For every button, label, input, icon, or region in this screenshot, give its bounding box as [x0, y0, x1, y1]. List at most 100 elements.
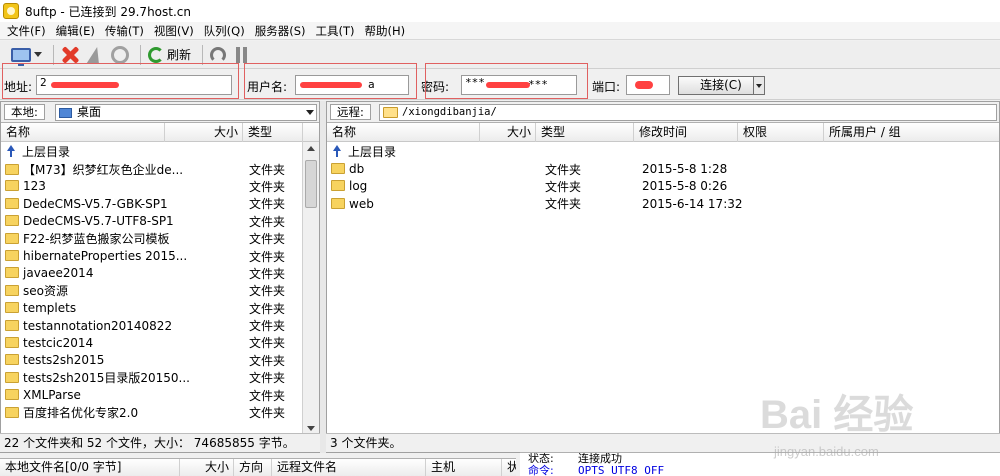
queue-header: 本地文件名[0/0 字节] 大小 方向 远程文件名 主机 状 [0, 458, 516, 476]
column-modified[interactable]: 修改时间 [634, 123, 738, 142]
queue-column-direction[interactable]: 方向 [234, 459, 272, 476]
remote-file-list: 上层目录 db 文件夹 2015-5-8 1:28 log 文件夹 2015-5-8 0:… [327, 143, 999, 452]
port-input[interactable] [626, 75, 670, 95]
remote-path-text: /xiongdibanjia/ [402, 106, 497, 118]
stop-button[interactable] [108, 44, 132, 66]
parent-directory-row[interactable]: 上层目录 [1, 143, 319, 160]
list-item[interactable]: seo资源 文件夹 [1, 282, 319, 299]
folder-icon [5, 233, 19, 245]
folder-icon [5, 215, 19, 227]
list-item[interactable]: web 文件夹 2015-6-14 17:32 [327, 195, 999, 212]
column-size[interactable]: 大小 [480, 123, 536, 142]
sync-button[interactable] [207, 44, 229, 66]
list-item[interactable]: templets 文件夹 [1, 300, 319, 317]
list-item[interactable]: DedeCMS-V5.7-UTF8-SP1 文件夹 [1, 213, 319, 230]
menu-file[interactable]: 文件(F) [2, 23, 51, 39]
file-name: testcic2014 [23, 335, 94, 350]
column-name[interactable]: 名称 [327, 123, 480, 142]
queue-column-local-file[interactable]: 本地文件名[0/0 字节] [0, 459, 180, 476]
list-item[interactable]: F22-织梦蓝色搬家公司模板 文件夹 [1, 230, 319, 247]
connect-button[interactable]: 连接(C) [678, 76, 764, 95]
file-name: 百度排名优化专家2.0 [23, 406, 139, 421]
column-type[interactable]: 类型 [243, 123, 303, 142]
column-size[interactable]: 大小 [165, 123, 243, 142]
pause-button[interactable] [233, 44, 250, 66]
local-path-combo[interactable]: 桌面 [55, 104, 317, 121]
local-vertical-scrollbar[interactable] [302, 142, 319, 435]
menu-edit[interactable]: 编辑(E) [51, 23, 100, 39]
toolbar: 刷新 [0, 41, 1000, 69]
list-item[interactable]: DedeCMS-V5.7-GBK-SP1 文件夹 [1, 195, 319, 212]
password-input[interactable]: *** *** [461, 75, 577, 95]
scroll-thumb[interactable] [305, 160, 317, 208]
remote-path-combo[interactable]: /xiongdibanjia/ [379, 104, 997, 121]
queue-column-size[interactable]: 大小 [180, 459, 234, 476]
title-bar: 8uftp - 已连接到 29.7host.cn [0, 0, 1000, 22]
file-name: web [349, 196, 374, 211]
list-item[interactable]: testannotation20140822 文件夹 [1, 317, 319, 334]
remote-status-bar: 3 个文件夹。 [326, 433, 1000, 452]
column-owner[interactable]: 所属用户 / 组 [824, 123, 999, 142]
file-name-cell: log [327, 179, 541, 193]
connection-bar: 地址: 2 用户名: a 密码: *** *** 端口: 连接(C) [0, 63, 1000, 100]
list-item[interactable]: tests2sh2015目录版20150... 文件夹 [1, 369, 319, 386]
list-item[interactable]: tests2sh2015 文件夹 [1, 352, 319, 369]
username-input[interactable]: a [295, 75, 409, 95]
file-type: 文件夹 [249, 284, 286, 299]
menu-queue[interactable]: 队列(Q) [199, 23, 250, 39]
scroll-down-icon [307, 426, 315, 431]
column-permissions[interactable]: 权限 [738, 123, 824, 142]
menu-view[interactable]: 视图(V) [149, 23, 199, 39]
log-key: 命令: [528, 464, 554, 476]
folder-icon [5, 319, 19, 331]
local-path-text: 桌面 [77, 105, 102, 119]
list-item[interactable]: testcic2014 文件夹 [1, 334, 319, 351]
menu-help[interactable]: 帮助(H) [360, 23, 411, 39]
scroll-up-icon [307, 146, 315, 151]
file-name: javaee2014 [23, 266, 94, 281]
list-item[interactable]: javaee2014 文件夹 [1, 265, 319, 282]
list-item[interactable]: log 文件夹 2015-5-8 0:26 [327, 178, 999, 195]
parent-directory-label: 上层目录 [22, 145, 71, 160]
lightning-icon [86, 46, 104, 63]
file-name-cell: XMLParse [1, 388, 245, 402]
list-item[interactable]: 百度排名优化专家2.0 文件夹 [1, 404, 319, 421]
refresh-button[interactable]: 刷新 [145, 44, 194, 66]
desktop-icon [59, 107, 72, 118]
local-header: 名称 大小 类型 [1, 123, 319, 142]
file-type: 文件夹 [249, 406, 286, 421]
redaction-mark [51, 82, 119, 88]
menu-server[interactable]: 服务器(S) [250, 23, 311, 39]
address-input[interactable]: 2 [36, 75, 232, 95]
file-name: templets [23, 301, 77, 316]
remote-panel: 远程: /xiongdibanjia/ 名称 大小 类型 修改时间 权限 所属用… [326, 101, 1000, 453]
site-manager-button[interactable] [8, 44, 45, 66]
file-name-cell: templets [1, 301, 245, 315]
file-type: 文件夹 [249, 353, 286, 368]
menu-transfer[interactable]: 传输(T) [100, 23, 149, 39]
list-item[interactable]: hibernateProperties 2015... 文件夹 [1, 247, 319, 264]
queue-column-host[interactable]: 主机 [426, 459, 502, 476]
column-name[interactable]: 名称 [1, 123, 165, 142]
parent-directory-row[interactable]: 上层目录 [327, 143, 999, 160]
file-type: 文件夹 [249, 197, 286, 212]
list-item[interactable]: 【M73】织梦红灰色企业de... 文件夹 [1, 160, 319, 177]
folder-icon [5, 163, 19, 175]
list-item[interactable]: XMLParse 文件夹 [1, 386, 319, 403]
folder-icon [5, 180, 19, 192]
toolbar-separator [140, 44, 141, 65]
list-item[interactable]: db 文件夹 2015-5-8 1:28 [327, 160, 999, 177]
menu-tools[interactable]: 工具(T) [311, 23, 360, 39]
folder-icon [5, 372, 19, 384]
disconnect-button[interactable] [58, 44, 82, 66]
queue-column-status[interactable]: 状 [502, 459, 516, 476]
quick-connect-button[interactable] [86, 44, 104, 66]
sync-icon [210, 46, 227, 63]
queue-column-remote-file[interactable]: 远程文件名 [272, 459, 426, 476]
list-item[interactable]: 123 文件夹 [1, 178, 319, 195]
file-name-cell: 百度排名优化专家2.0 [1, 404, 245, 421]
connect-dropdown-button[interactable] [753, 76, 765, 95]
menu-bar: 文件(F) 编辑(E) 传输(T) 视图(V) 队列(Q) 服务器(S) 工具(… [0, 22, 1000, 40]
column-type[interactable]: 类型 [536, 123, 634, 142]
message-log[interactable]: 状态: 连接成功 命令: OPTS UTF8 OFF [520, 452, 1000, 476]
